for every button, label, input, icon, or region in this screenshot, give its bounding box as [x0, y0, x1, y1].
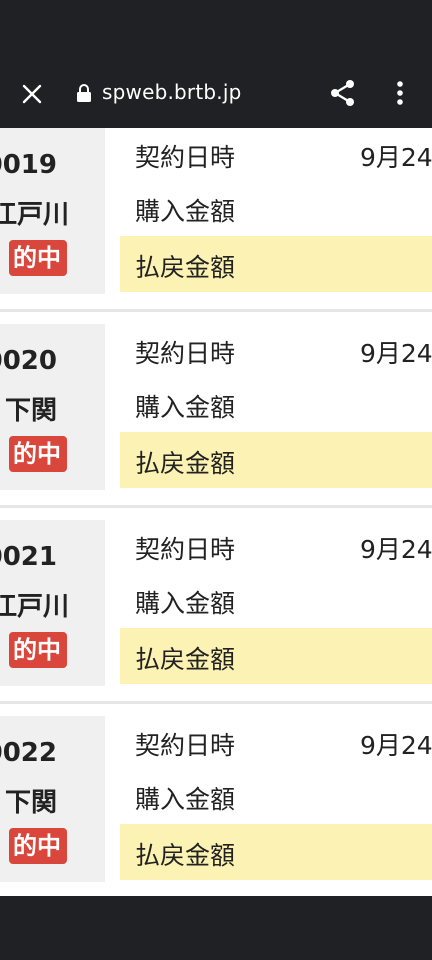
- bet-card[interactable]: 0021 江戸川 的中 契約日時 9月24 購入金額 払戻金額: [0, 520, 432, 716]
- contract-time-value: 9月24: [360, 339, 432, 368]
- close-icon[interactable]: [14, 76, 50, 112]
- payout-amount-label: 払戻金額: [135, 449, 236, 478]
- purchase-amount-label: 購入金額: [135, 785, 236, 814]
- bet-card[interactable]: 0022 下関 的中 契約日時 9月24 購入金額 払戻金額: [0, 716, 432, 896]
- race-info: 0021 江戸川 的中: [0, 520, 105, 686]
- lock-icon: [76, 83, 92, 103]
- bet-history-list: 0019 江戸川 的中 契約日時 9月24 購入金額 払戻金額 0020 下関 …: [0, 128, 432, 896]
- race-info: 0022 下関 的中: [0, 716, 105, 882]
- payout-row: 払戻金額: [120, 824, 432, 880]
- divider: [0, 309, 432, 312]
- venue-name: 江戸川: [0, 200, 69, 230]
- address-bar-url[interactable]: spweb.brtb.jp: [102, 80, 242, 104]
- bet-card[interactable]: 0020 下関 的中 契約日時 9月24 購入金額 払戻金額: [0, 324, 432, 520]
- purchase-amount-label: 購入金額: [135, 197, 236, 226]
- payout-row: 払戻金額: [120, 628, 432, 684]
- navigation-bar: [0, 896, 432, 960]
- venue-name: 下関: [4, 788, 57, 818]
- race-info: 0019 江戸川 的中: [0, 128, 105, 294]
- payout-amount-label: 払戻金額: [135, 645, 236, 674]
- contract-time-label: 契約日時: [135, 731, 236, 760]
- payout-amount-label: 払戻金額: [135, 841, 236, 870]
- share-icon[interactable]: [326, 76, 360, 110]
- contract-time-value: 9月24: [360, 731, 432, 760]
- hit-badge: 的中: [9, 632, 67, 668]
- purchase-amount-label: 購入金額: [135, 589, 236, 618]
- venue-name: 下関: [4, 396, 57, 426]
- divider: [0, 505, 432, 508]
- divider: [0, 701, 432, 704]
- race-number: 0022: [0, 738, 57, 768]
- race-number: 0021: [0, 542, 57, 572]
- hit-badge: 的中: [9, 828, 67, 864]
- contract-time-label: 契約日時: [135, 339, 236, 368]
- hit-badge: 的中: [9, 436, 67, 472]
- status-bar: [0, 0, 432, 56]
- payout-row: 払戻金額: [120, 236, 432, 292]
- race-info: 0020 下関 的中: [0, 324, 105, 490]
- contract-time-value: 9月24: [360, 143, 432, 172]
- contract-time-label: 契約日時: [135, 535, 236, 564]
- more-menu-icon[interactable]: [384, 76, 416, 110]
- payout-amount-label: 払戻金額: [135, 253, 236, 282]
- venue-name: 江戸川: [0, 592, 69, 622]
- payout-row: 払戻金額: [120, 432, 432, 488]
- race-number: 0020: [0, 346, 57, 376]
- browser-toolbar: spweb.brtb.jp: [0, 56, 432, 128]
- hit-badge: 的中: [9, 240, 67, 276]
- bet-card[interactable]: 0019 江戸川 的中 契約日時 9月24 購入金額 払戻金額: [0, 128, 432, 324]
- contract-time-label: 契約日時: [135, 143, 236, 172]
- purchase-amount-label: 購入金額: [135, 393, 236, 422]
- contract-time-value: 9月24: [360, 535, 432, 564]
- race-number: 0019: [0, 150, 57, 180]
